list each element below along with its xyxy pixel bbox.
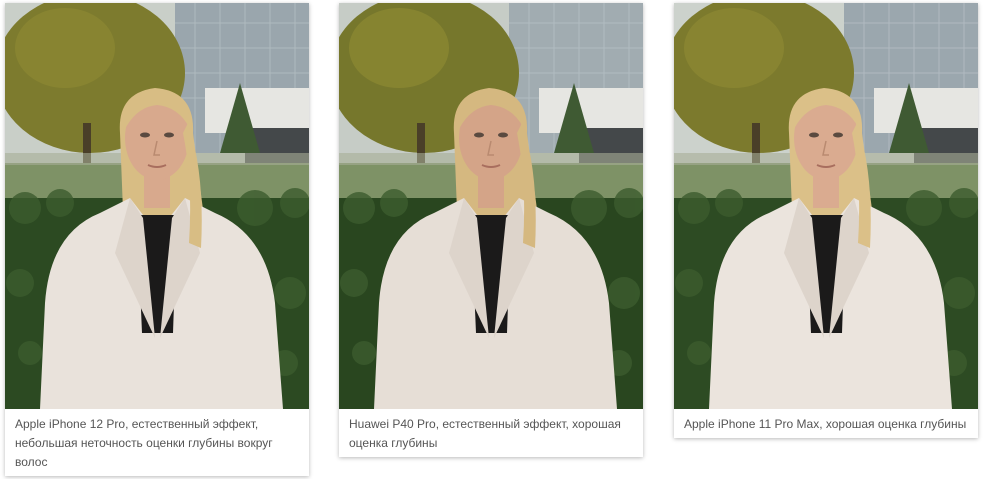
photo-card-huawei-p40-pro: Huawei P40 Pro, естественный эффект, хор… — [339, 3, 643, 457]
photo-caption: Huawei P40 Pro, естественный эффект, хор… — [349, 417, 621, 450]
portrait-photo-iphone-11-pro-max[interactable] — [674, 3, 978, 409]
photo-caption: Apple iPhone 11 Pro Max, хорошая оценка … — [684, 417, 967, 431]
photo-gallery: Apple iPhone 12 Pro, естественный эффект… — [0, 0, 989, 479]
photo-caption: Apple iPhone 12 Pro, естественный эффект… — [15, 417, 273, 469]
photo-card-iphone-12-pro: Apple iPhone 12 Pro, естественный эффект… — [5, 3, 309, 476]
portrait-photo-iphone-12-pro[interactable] — [5, 3, 309, 409]
photo-card-iphone-11-pro-max: Apple iPhone 11 Pro Max, хорошая оценка … — [674, 3, 978, 438]
portrait-photo-huawei-p40-pro[interactable] — [339, 3, 643, 409]
